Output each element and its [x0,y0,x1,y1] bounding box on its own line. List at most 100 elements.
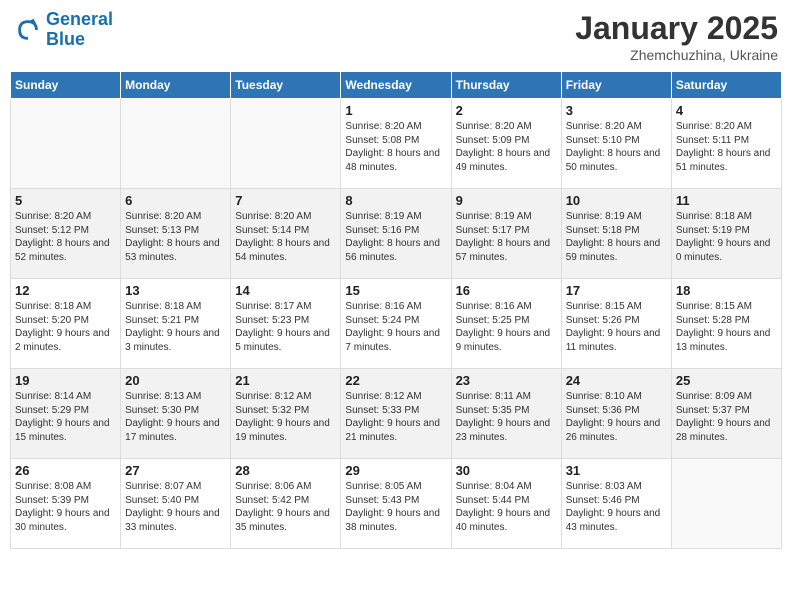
day-number: 3 [566,103,667,118]
col-header-monday: Monday [121,72,231,99]
day-number: 13 [125,283,226,298]
day-cell: 13 Sunrise: 8:18 AM Sunset: 5:21 PM Dayli… [121,279,231,369]
logo-icon [14,16,42,44]
day-cell [121,99,231,189]
day-cell [11,99,121,189]
day-number: 21 [235,373,336,388]
day-cell: 4Sunrise: 8:20 AM Sunset: 5:11 PM Daylig… [671,99,781,189]
day-number: 29 [345,463,446,478]
day-cell: 1 Sunrise: 8:20 AM Sunset: 5:08 PM Daylig… [341,99,451,189]
day-number: 16 [456,283,557,298]
day-number: 22 [345,373,446,388]
day-info: Sunrise: 8:18 AM Sunset: 5:20 PM Dayligh… [15,300,116,354]
day-info: Sunrise: 8:14 AM Sunset: 5:29 PM Dayligh… [15,390,116,444]
day-number: 11 [676,193,777,208]
day-number: 17 [566,283,667,298]
day-number: 1 [345,103,446,118]
day-cell: 20 Sunrise: 8:13 AM Sunset: 5:30 PM Dayli… [121,369,231,459]
day-info: Sunrise: 8:19 AM Sunset: 5:16 PM Dayligh… [345,210,446,264]
day-cell: 16Sunrise: 8:16 AM Sunset: 5:25 PM Dayli… [451,279,561,369]
day-cell: 15Sunrise: 8:16 AM Sunset: 5:24 PM Dayli… [341,279,451,369]
day-info: Sunrise: 8:06 AM Sunset: 5:42 PM Dayligh… [235,480,336,534]
day-number: 14 [235,283,336,298]
day-cell: 29 Sunrise: 8:05 AM Sunset: 5:43 PM Dayli… [341,459,451,549]
day-info: Sunrise: 8:15 AM Sunset: 5:26 PM Dayligh… [566,300,667,354]
day-cell: 5 Sunrise: 8:20 AM Sunset: 5:12 PM Daylig… [11,189,121,279]
header: General Blue January 2025 Zhemchuzhina, … [10,10,782,63]
day-number: 30 [456,463,557,478]
day-number: 19 [15,373,116,388]
day-info: Sunrise: 8:04 AM Sunset: 5:44 PM Dayligh… [456,480,557,534]
day-cell: 23Sunrise: 8:11 AM Sunset: 5:35 PM Dayli… [451,369,561,459]
day-cell: 27 Sunrise: 8:07 AM Sunset: 5:40 PM Dayli… [121,459,231,549]
day-info: Sunrise: 8:18 AM Sunset: 5:21 PM Dayligh… [125,300,226,354]
day-info: Sunrise: 8:05 AM Sunset: 5:43 PM Dayligh… [345,480,446,534]
day-number: 27 [125,463,226,478]
col-header-wednesday: Wednesday [341,72,451,99]
day-number: 9 [456,193,557,208]
day-number: 15 [345,283,446,298]
day-info: Sunrise: 8:08 AM Sunset: 5:39 PM Dayligh… [15,480,116,534]
col-header-thursday: Thursday [451,72,561,99]
month-title: January 2025 [575,10,778,47]
day-cell: 21 Sunrise: 8:12 AM Sunset: 5:32 PM Dayli… [231,369,341,459]
day-info: Sunrise: 8:10 AM Sunset: 5:36 PM Dayligh… [566,390,667,444]
title-area: January 2025 Zhemchuzhina, Ukraine [575,10,778,63]
day-info: Sunrise: 8:13 AM Sunset: 5:30 PM Dayligh… [125,390,226,444]
day-number: 25 [676,373,777,388]
day-number: 31 [566,463,667,478]
day-info: Sunrise: 8:03 AM Sunset: 5:46 PM Dayligh… [566,480,667,534]
header-row: SundayMondayTuesdayWednesdayThursdayFrid… [11,72,782,99]
day-info: Sunrise: 8:20 AM Sunset: 5:08 PM Dayligh… [345,120,446,174]
day-cell [231,99,341,189]
subtitle: Zhemchuzhina, Ukraine [575,47,778,63]
day-number: 20 [125,373,226,388]
col-header-sunday: Sunday [11,72,121,99]
day-info: Sunrise: 8:19 AM Sunset: 5:18 PM Dayligh… [566,210,667,264]
day-info: Sunrise: 8:09 AM Sunset: 5:37 PM Dayligh… [676,390,777,444]
day-cell: 18 Sunrise: 8:15 AM Sunset: 5:28 PM Dayli… [671,279,781,369]
day-info: Sunrise: 8:20 AM Sunset: 5:09 PM Dayligh… [456,120,557,174]
day-number: 8 [345,193,446,208]
day-number: 7 [235,193,336,208]
day-cell: 31 Sunrise: 8:03 AM Sunset: 5:46 PM Dayli… [561,459,671,549]
day-cell: 26 Sunrise: 8:08 AM Sunset: 5:39 PM Dayli… [11,459,121,549]
day-info: Sunrise: 8:20 AM Sunset: 5:14 PM Dayligh… [235,210,336,264]
day-cell: 30 Sunrise: 8:04 AM Sunset: 5:44 PM Dayli… [451,459,561,549]
week-row-5: 26 Sunrise: 8:08 AM Sunset: 5:39 PM Dayli… [11,459,782,549]
day-cell: 24 Sunrise: 8:10 AM Sunset: 5:36 PM Dayli… [561,369,671,459]
col-header-friday: Friday [561,72,671,99]
day-info: Sunrise: 8:20 AM Sunset: 5:13 PM Dayligh… [125,210,226,264]
day-info: Sunrise: 8:11 AM Sunset: 5:35 PM Dayligh… [456,390,557,444]
day-number: 18 [676,283,777,298]
day-cell: 3 Sunrise: 8:20 AM Sunset: 5:10 PM Daylig… [561,99,671,189]
day-info: Sunrise: 8:20 AM Sunset: 5:10 PM Dayligh… [566,120,667,174]
day-number: 10 [566,193,667,208]
day-info: Sunrise: 8:15 AM Sunset: 5:28 PM Dayligh… [676,300,777,354]
day-cell: 14Sunrise: 8:17 AM Sunset: 5:23 PM Dayli… [231,279,341,369]
day-info: Sunrise: 8:07 AM Sunset: 5:40 PM Dayligh… [125,480,226,534]
day-number: 5 [15,193,116,208]
day-info: Sunrise: 8:12 AM Sunset: 5:33 PM Dayligh… [345,390,446,444]
day-number: 26 [15,463,116,478]
day-number: 6 [125,193,226,208]
day-cell: 28Sunrise: 8:06 AM Sunset: 5:42 PM Dayli… [231,459,341,549]
day-cell: 25 Sunrise: 8:09 AM Sunset: 5:37 PM Dayli… [671,369,781,459]
day-cell: 11Sunrise: 8:18 AM Sunset: 5:19 PM Dayli… [671,189,781,279]
day-cell [671,459,781,549]
day-number: 24 [566,373,667,388]
day-info: Sunrise: 8:12 AM Sunset: 5:32 PM Dayligh… [235,390,336,444]
day-number: 2 [456,103,557,118]
col-header-tuesday: Tuesday [231,72,341,99]
week-row-3: 12 Sunrise: 8:18 AM Sunset: 5:20 PM Dayli… [11,279,782,369]
day-cell: 19 Sunrise: 8:14 AM Sunset: 5:29 PM Dayli… [11,369,121,459]
day-number: 12 [15,283,116,298]
day-cell: 2 Sunrise: 8:20 AM Sunset: 5:09 PM Daylig… [451,99,561,189]
day-cell: 6 Sunrise: 8:20 AM Sunset: 5:13 PM Daylig… [121,189,231,279]
day-cell: 7 Sunrise: 8:20 AM Sunset: 5:14 PM Daylig… [231,189,341,279]
week-row-2: 5 Sunrise: 8:20 AM Sunset: 5:12 PM Daylig… [11,189,782,279]
day-info: Sunrise: 8:20 AM Sunset: 5:12 PM Dayligh… [15,210,116,264]
day-cell: 22 Sunrise: 8:12 AM Sunset: 5:33 PM Dayli… [341,369,451,459]
day-info: Sunrise: 8:19 AM Sunset: 5:17 PM Dayligh… [456,210,557,264]
logo-text: General Blue [46,10,113,50]
